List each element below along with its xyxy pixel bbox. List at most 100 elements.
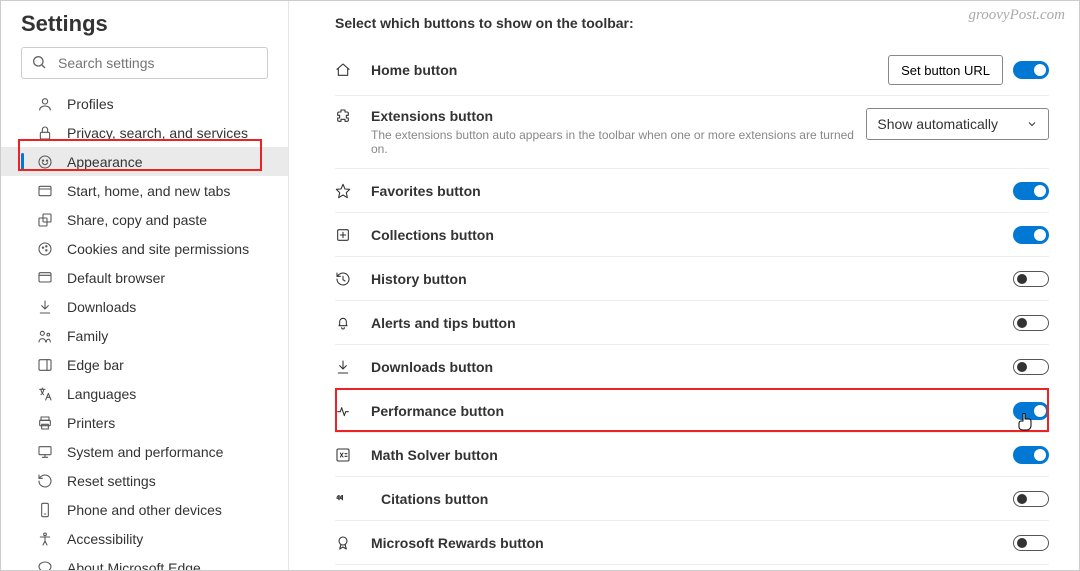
row-math-solver-button: Math Solver button: [335, 433, 1049, 477]
extensions-icon: [335, 108, 353, 124]
sidebar-item-edge-bar[interactable]: Edge bar: [1, 350, 288, 379]
sidebar-item-appearance[interactable]: Appearance: [1, 147, 288, 176]
alerts-and-tips-button-toggle[interactable]: [1013, 315, 1049, 331]
sidebar-item-label: Default browser: [67, 270, 165, 286]
row-citations-button: Citations button: [335, 477, 1049, 521]
about-icon: [37, 560, 53, 571]
toolbar-rows: Home buttonSet button URLExtensions butt…: [335, 45, 1049, 565]
sidebar-item-label: Printers: [67, 415, 115, 431]
row-extensions-button: Extensions button The extensions button a…: [335, 96, 1049, 169]
row-label: Math Solver button: [371, 447, 1013, 463]
downloads-button-toggle[interactable]: [1013, 359, 1049, 375]
lock-icon: [37, 125, 53, 141]
math-solver-button-toggle[interactable]: [1013, 446, 1049, 464]
sidebar-item-phone-and-other-devices[interactable]: Phone and other devices: [1, 495, 288, 524]
sidebar-item-reset-settings[interactable]: Reset settings: [1, 466, 288, 495]
sidebar-item-label: Downloads: [67, 299, 136, 315]
sidebar-item-label: Phone and other devices: [67, 502, 222, 518]
math-icon: [335, 447, 353, 463]
search-input[interactable]: [21, 47, 268, 79]
set-button-url-button[interactable]: Set button URL: [888, 55, 1003, 85]
sidebar-item-start-home-and-new-tabs[interactable]: Start, home, and new tabs: [1, 176, 288, 205]
sidebar-item-share-copy-and-paste[interactable]: Share, copy and paste: [1, 205, 288, 234]
row-history-button: History button: [335, 257, 1049, 301]
sidebar-item-languages[interactable]: Languages: [1, 379, 288, 408]
sidebar-item-system-and-performance[interactable]: System and performance: [1, 437, 288, 466]
row-label: Alerts and tips button: [371, 315, 1013, 331]
sidebar-item-label: System and performance: [67, 444, 223, 460]
sidebar-item-printers[interactable]: Printers: [1, 408, 288, 437]
sidebar-item-about-microsoft-edge[interactable]: About Microsoft Edge: [1, 553, 288, 570]
reset-icon: [37, 473, 53, 489]
languages-icon: [37, 386, 53, 402]
tab-icon: [37, 183, 53, 199]
row-label: Performance button: [371, 403, 1013, 419]
row-control: [1013, 446, 1049, 464]
sidebar-item-label: Profiles: [67, 96, 114, 112]
row-label: Citations button: [381, 491, 1013, 507]
search-box: [21, 47, 268, 79]
row-control: Show automatically: [866, 108, 1049, 140]
performance-icon: [335, 403, 353, 419]
row-control: [1013, 402, 1049, 420]
sidebar-item-label: Family: [67, 328, 108, 344]
chevron-down-icon: [1026, 118, 1038, 130]
download-icon: [335, 359, 353, 375]
home-toggle[interactable]: [1013, 61, 1049, 79]
system-icon: [37, 444, 53, 460]
row-control: [1013, 315, 1049, 331]
sidebar-item-accessibility[interactable]: Accessibility: [1, 524, 288, 553]
row-label: Favorites button: [371, 183, 1013, 199]
history-button-toggle[interactable]: [1013, 271, 1049, 287]
row-control: [1013, 491, 1049, 507]
sidebar-item-label: Appearance: [67, 154, 143, 170]
sidebar-item-downloads[interactable]: Downloads: [1, 292, 288, 321]
row-home-button: Home buttonSet button URL: [335, 45, 1049, 96]
row-label: Microsoft Rewards button: [371, 535, 1013, 551]
collections-button-toggle[interactable]: [1013, 226, 1049, 244]
microsoft-rewards-button-toggle[interactable]: [1013, 535, 1049, 551]
family-icon: [37, 328, 53, 344]
rewards-icon: [335, 535, 353, 551]
row-label: Extensions button: [371, 108, 866, 124]
sidebar-item-family[interactable]: Family: [1, 321, 288, 350]
sidebar-item-profiles[interactable]: Profiles: [1, 89, 288, 118]
star-icon: [335, 183, 353, 199]
sidebar-item-default-browser[interactable]: Default browser: [1, 263, 288, 292]
row-subtext: The extensions button auto appears in th…: [371, 128, 866, 156]
sidebar-item-label: Reset settings: [67, 473, 156, 489]
download-icon: [37, 299, 53, 315]
sidebar-item-label: Start, home, and new tabs: [67, 183, 230, 199]
sidebar-item-label: Accessibility: [67, 531, 143, 547]
printer-icon: [37, 415, 53, 431]
home-icon: [335, 62, 353, 78]
row-collections-button: Collections button: [335, 213, 1049, 257]
sidebar-item-label: Languages: [67, 386, 136, 402]
row-label: History button: [371, 271, 1013, 287]
row-label: Home button: [371, 62, 888, 78]
sidebar-item-privacy-search-and-services[interactable]: Privacy, search, and services: [1, 118, 288, 147]
history-icon: [335, 271, 353, 287]
row-control: Set button URL: [888, 55, 1049, 85]
collections-icon: [335, 227, 353, 243]
citations-button-toggle[interactable]: [1013, 491, 1049, 507]
row-favorites-button: Favorites button: [335, 169, 1049, 213]
sidebar-item-cookies-and-site-permissions[interactable]: Cookies and site permissions: [1, 234, 288, 263]
sidebar-item-label: Cookies and site permissions: [67, 241, 249, 257]
phone-icon: [37, 502, 53, 518]
bell-icon: [335, 315, 353, 331]
extensions-dropdown[interactable]: Show automatically: [866, 108, 1049, 140]
appearance-icon: [37, 154, 53, 170]
performance-button-toggle[interactable]: [1013, 402, 1049, 420]
row-control: [1013, 226, 1049, 244]
browser-icon: [37, 270, 53, 286]
row-control: [1013, 359, 1049, 375]
favorites-button-toggle[interactable]: [1013, 182, 1049, 200]
row-control: [1013, 535, 1049, 551]
section-title: Select which buttons to show on the tool…: [335, 15, 1049, 31]
row-label: Collections button: [371, 227, 1013, 243]
search-wrap: [1, 47, 288, 89]
profile-icon: [37, 96, 53, 112]
edgebar-icon: [37, 357, 53, 373]
sidebar-item-label: About Microsoft Edge: [67, 560, 201, 571]
